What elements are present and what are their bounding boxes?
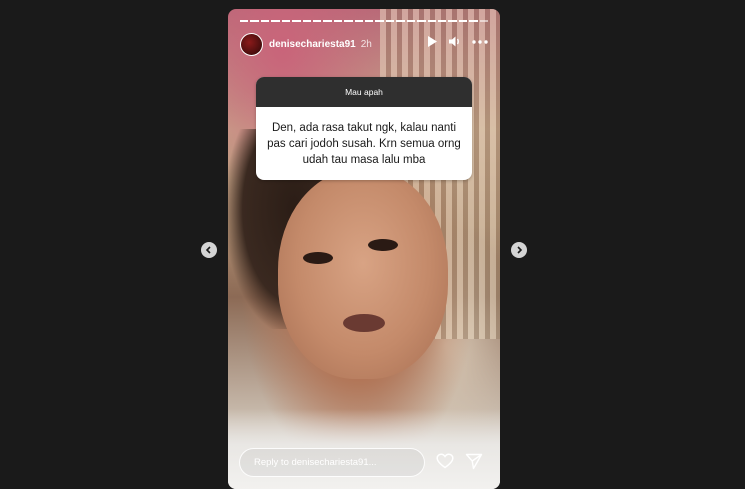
- chevron-left-icon: [205, 246, 211, 254]
- story-photo-face: [278, 169, 448, 379]
- username[interactable]: denisechariesta91: [269, 39, 356, 50]
- story-photo-mouth: [343, 314, 385, 332]
- story-viewer[interactable]: denisechariesta91 2h Mau apah Den, ada r…: [228, 9, 500, 489]
- story-photo-eye: [368, 239, 398, 251]
- progress-segment: [417, 20, 426, 22]
- more-icon[interactable]: [472, 39, 488, 45]
- chevron-right-icon: [517, 246, 523, 254]
- progress-segment: [354, 20, 364, 22]
- progress-segment: [406, 20, 416, 22]
- progress-segment: [448, 20, 457, 22]
- reply-input[interactable]: Reply to denisechariesta91...: [239, 448, 425, 477]
- progress-segment: [438, 20, 447, 22]
- progress-segment: [281, 20, 291, 22]
- progress-segment: [365, 20, 374, 22]
- next-story-button[interactable]: [511, 242, 527, 258]
- play-icon[interactable]: [426, 35, 438, 48]
- progress-segment: [385, 20, 395, 22]
- progress-segment: [302, 20, 311, 22]
- previous-story-button[interactable]: [201, 242, 217, 258]
- volume-icon[interactable]: [448, 35, 462, 48]
- story-progress-bar: [240, 20, 489, 22]
- progress-segment: [458, 20, 468, 22]
- progress-segment: [312, 20, 322, 22]
- progress-segment: [271, 20, 280, 22]
- progress-segment: [344, 20, 353, 22]
- progress-segment: [427, 20, 437, 22]
- progress-segment: [375, 20, 384, 22]
- story-header: denisechariesta91 2h: [240, 32, 488, 56]
- question-title: Mau apah: [256, 77, 472, 107]
- progress-segment: [292, 20, 301, 22]
- story-photo-eye: [303, 252, 333, 264]
- progress-segment: [469, 20, 478, 22]
- heart-icon[interactable]: [436, 453, 454, 469]
- progress-segment: [323, 20, 332, 22]
- progress-segment: [333, 20, 343, 22]
- send-icon[interactable]: [465, 453, 483, 470]
- progress-segment: [250, 20, 259, 22]
- story-controls: [426, 35, 488, 48]
- progress-segment: [240, 20, 249, 22]
- progress-segment: [396, 20, 405, 22]
- avatar[interactable]: [240, 32, 263, 56]
- progress-segment: [479, 20, 489, 22]
- story-time: 2h: [360, 38, 372, 50]
- progress-segment: [260, 20, 270, 22]
- question-sticker: Mau apah Den, ada rasa takut ngk, kalau …: [256, 77, 472, 180]
- question-text: Den, ada rasa takut ngk, kalau nanti pas…: [267, 122, 461, 166]
